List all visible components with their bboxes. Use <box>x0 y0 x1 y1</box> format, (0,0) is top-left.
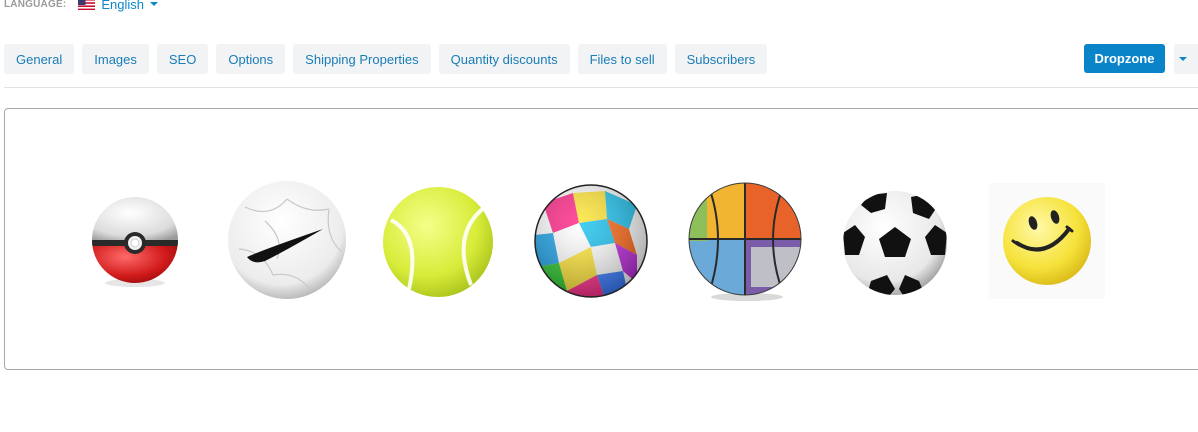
dropzone-button[interactable]: Dropzone <box>1084 44 1165 73</box>
tabs-divider <box>4 87 1198 88</box>
nike-soccer-ball-image[interactable] <box>225 179 349 303</box>
language-value: English <box>101 0 144 12</box>
smiley-ball-image[interactable] <box>989 183 1105 299</box>
product-tabs: General Images SEO Options Shipping Prop… <box>4 44 768 74</box>
us-flag-icon <box>78 0 96 10</box>
image-dropzone[interactable] <box>4 108 1198 370</box>
tennis-ball-image[interactable] <box>381 185 495 299</box>
chevron-down-icon <box>150 2 158 6</box>
soccer-ball-image[interactable] <box>841 189 949 297</box>
caret-down-icon <box>1179 57 1187 61</box>
tab-images[interactable]: Images <box>82 44 149 74</box>
more-actions-button[interactable] <box>1174 44 1198 74</box>
tab-options[interactable]: Options <box>216 44 286 74</box>
language-label: LANGUAGE: <box>4 0 67 10</box>
tab-quantity-discounts[interactable]: Quantity discounts <box>438 44 570 74</box>
tab-files-to-sell[interactable]: Files to sell <box>577 44 667 74</box>
pokeball-image[interactable] <box>87 197 183 289</box>
multicolor-ball-image[interactable] <box>533 183 649 299</box>
language-select[interactable]: English <box>78 0 158 12</box>
tab-shipping-properties[interactable]: Shipping Properties <box>293 44 431 74</box>
language-row: LANGUAGE: English <box>4 0 158 12</box>
tab-seo[interactable]: SEO <box>156 44 209 74</box>
tab-general[interactable]: General <box>4 44 75 74</box>
multicolor-basketball-image[interactable] <box>687 181 805 305</box>
tab-subscribers[interactable]: Subscribers <box>674 44 768 74</box>
